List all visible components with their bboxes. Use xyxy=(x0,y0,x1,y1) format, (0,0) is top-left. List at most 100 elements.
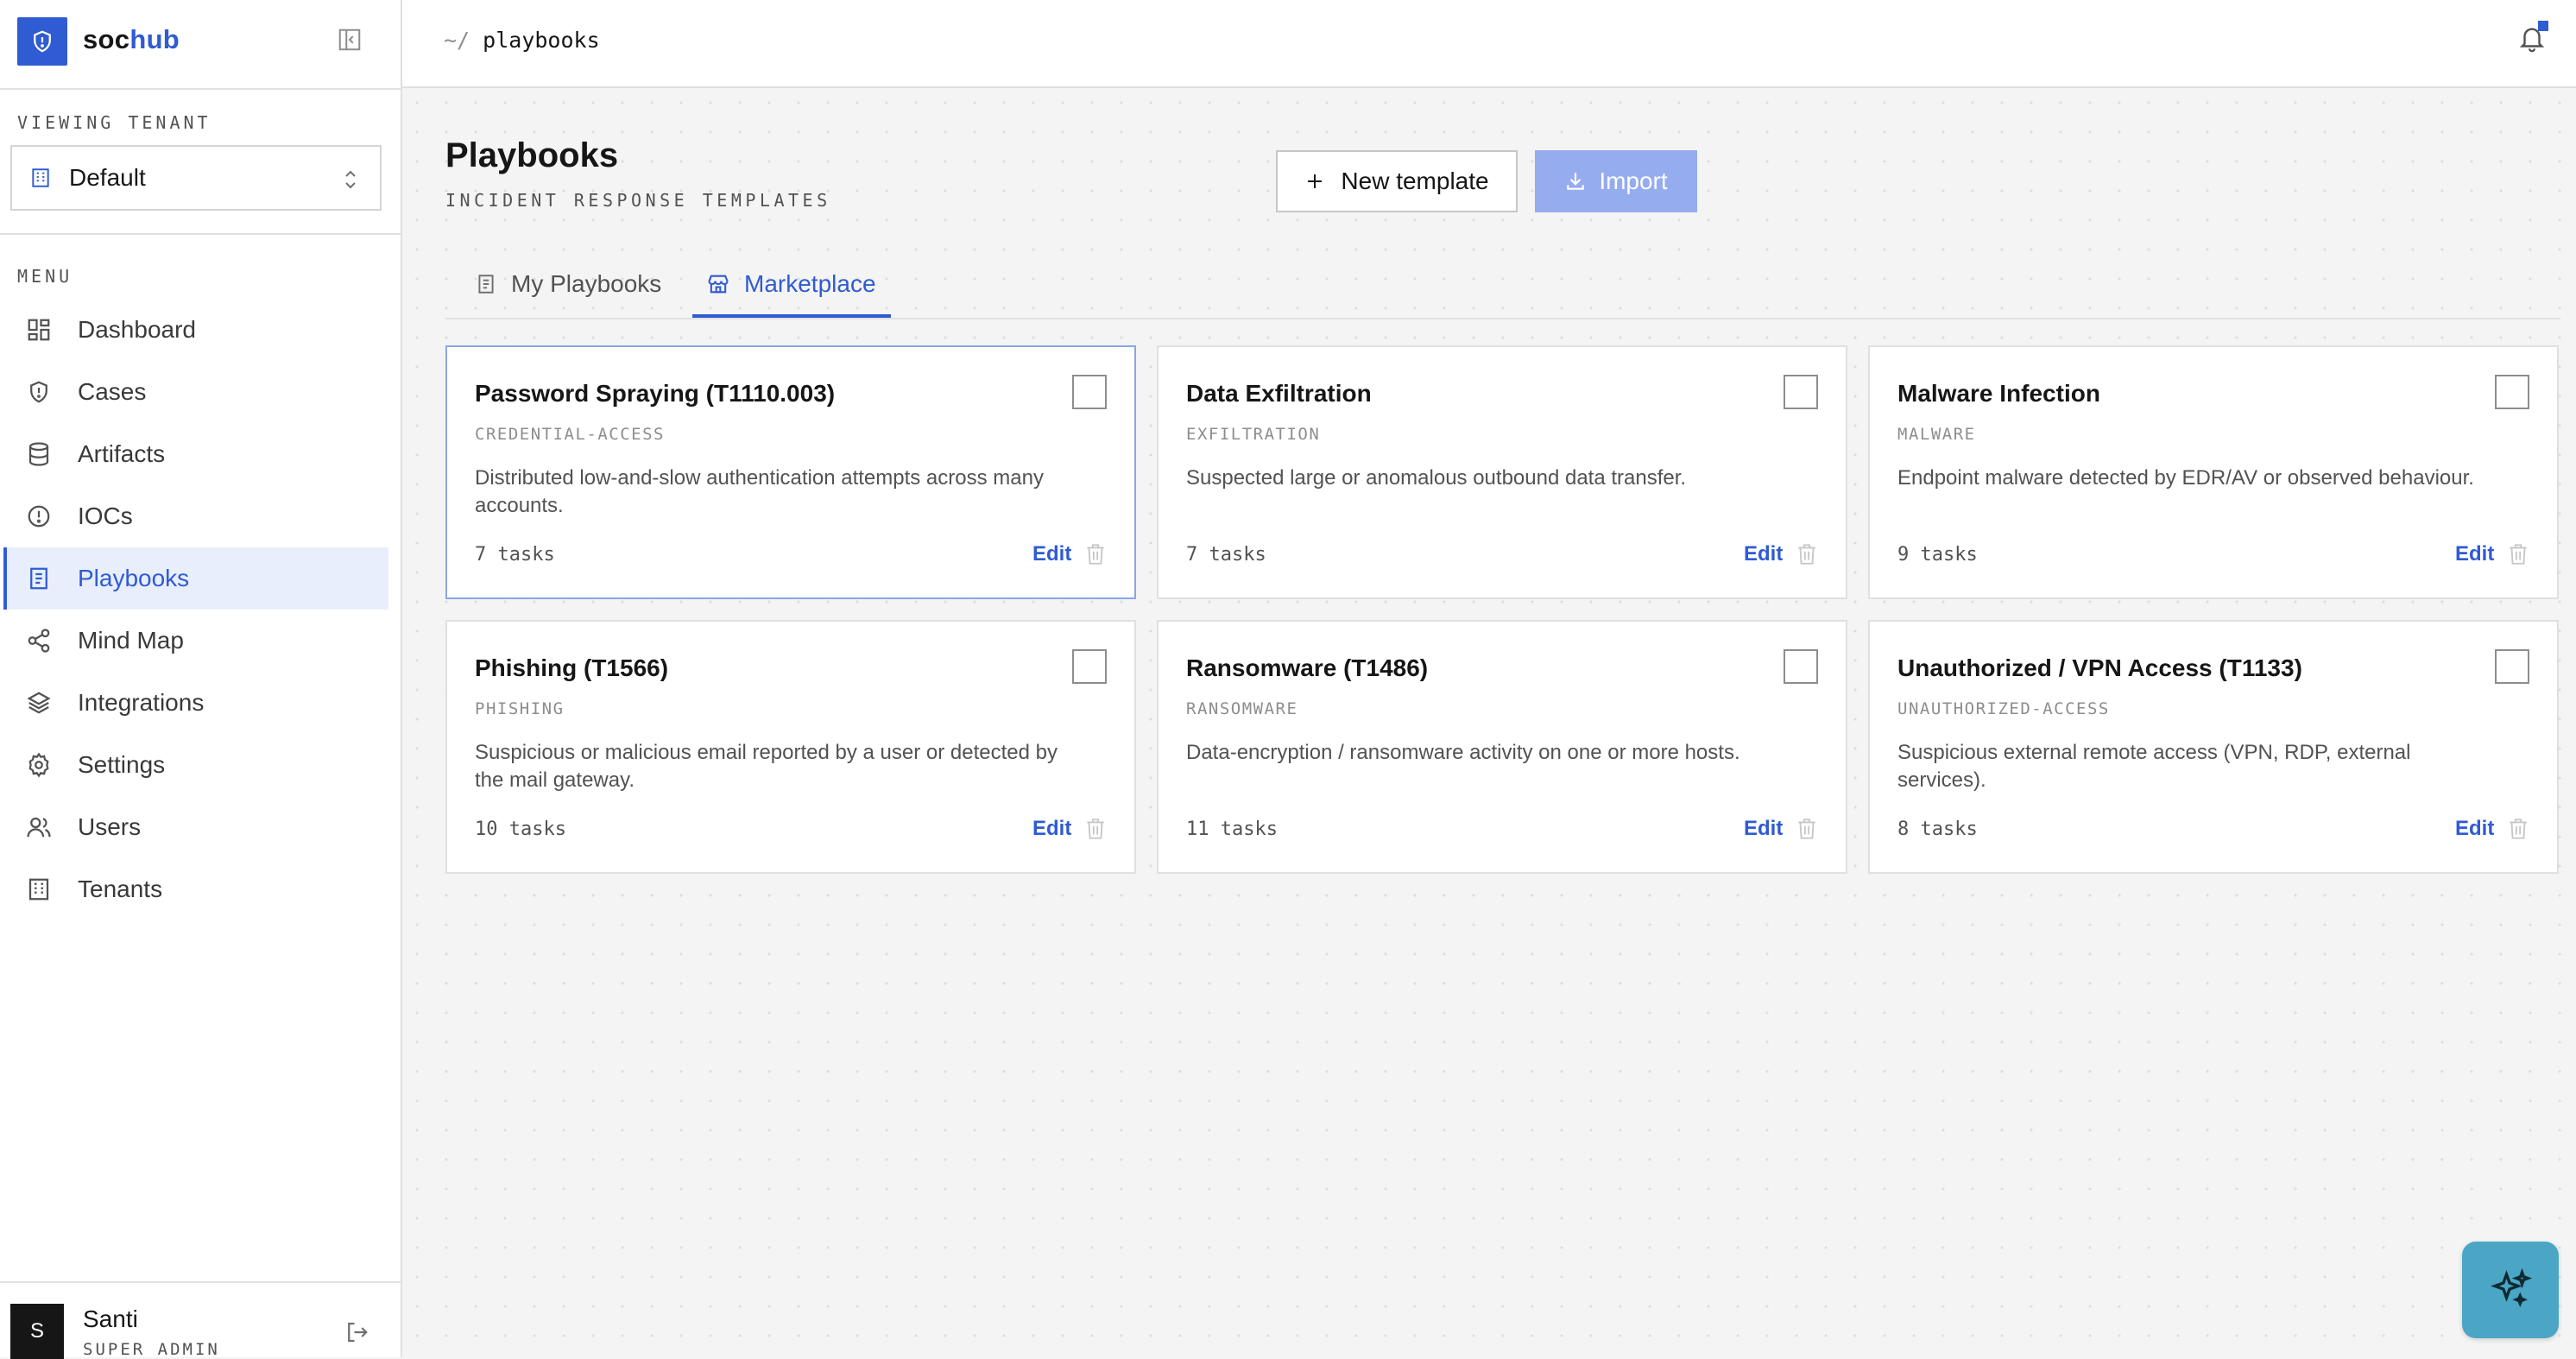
task-count: 9 tasks xyxy=(1897,544,1978,566)
trash-icon[interactable] xyxy=(2507,817,2529,841)
sidebar-item-label: IOCs xyxy=(78,503,133,529)
playbook-card[interactable]: Ransomware (T1486) RANSOMWARE Data-encry… xyxy=(1157,620,1847,874)
shield-icon xyxy=(24,377,54,407)
brand-name: sochub xyxy=(83,24,180,55)
playbook-icon xyxy=(24,564,54,593)
gear-icon xyxy=(24,750,54,780)
dashboard-icon xyxy=(24,315,54,344)
store-icon xyxy=(706,272,730,296)
breadcrumb-path: playbooks xyxy=(483,28,600,53)
card-category: PHISHING xyxy=(475,699,565,718)
menu-label: MENU xyxy=(17,266,73,287)
edit-link[interactable]: Edit xyxy=(1032,542,1071,566)
notification-dot xyxy=(2538,21,2548,31)
download-icon xyxy=(1564,170,1587,193)
select-checkbox[interactable] xyxy=(1072,375,1107,409)
building-icon xyxy=(24,875,54,904)
sidebar-item-mind-map[interactable]: Mind Map xyxy=(5,610,388,672)
brand-header: sochub xyxy=(0,0,401,90)
sidebar-item-iocs[interactable]: IOCs xyxy=(5,485,388,547)
select-checkbox[interactable] xyxy=(1072,649,1107,684)
task-count: 10 tasks xyxy=(475,819,566,840)
database-icon xyxy=(24,439,54,469)
sidebar-item-artifacts[interactable]: Artifacts xyxy=(5,423,388,485)
sidebar-item-label: Playbooks xyxy=(78,565,190,591)
card-description: Suspected large or anomalous outbound da… xyxy=(1186,466,1687,490)
sidebar-item-label: Cases xyxy=(78,378,147,405)
ai-assistant-button[interactable] xyxy=(2462,1242,2559,1338)
card-category: EXFILTRATION xyxy=(1186,425,1321,444)
logout-icon[interactable] xyxy=(344,1319,369,1345)
playbook-card[interactable]: Malware Infection MALWARE Endpoint malwa… xyxy=(1868,345,2559,599)
sidebar-item-cases[interactable]: Cases xyxy=(5,361,388,423)
card-description: Distributed low-and-slow authentication … xyxy=(475,466,1044,517)
tab-label: Marketplace xyxy=(744,270,876,297)
task-count: 11 tasks xyxy=(1186,819,1278,840)
brand-logo-icon[interactable] xyxy=(17,17,67,66)
card-title: Malware Infection xyxy=(1897,380,2100,407)
sidebar-item-playbooks[interactable]: Playbooks xyxy=(3,547,388,610)
card-title: Data Exfiltration xyxy=(1186,380,1372,407)
card-title: Password Spraying (T1110.003) xyxy=(475,380,836,407)
sidebar-item-label: Integrations xyxy=(78,689,205,716)
share-icon xyxy=(24,626,54,655)
task-count: 7 tasks xyxy=(1186,544,1266,566)
main-content: Playbooks INCIDENT RESPONSE TEMPLATES Ne… xyxy=(402,88,2576,1357)
import-label: Import xyxy=(1599,168,1668,194)
new-template-button[interactable]: New template xyxy=(1276,150,1518,212)
sidebar-item-label: Dashboard xyxy=(78,316,196,343)
tab-marketplace[interactable]: Marketplace xyxy=(706,249,876,319)
trash-icon[interactable] xyxy=(2507,542,2529,566)
edit-link[interactable]: Edit xyxy=(1744,817,1783,841)
card-title: Phishing (T1566) xyxy=(475,654,669,681)
playbook-card[interactable]: Password Spraying (T1110.003) CREDENTIAL… xyxy=(445,345,1136,599)
edit-link[interactable]: Edit xyxy=(2455,542,2494,566)
user-name: Santi xyxy=(83,1305,138,1332)
tenant-label: VIEWING TENANT xyxy=(17,112,212,133)
sidebar-divider xyxy=(0,233,401,235)
select-checkbox[interactable] xyxy=(1784,375,1818,409)
sidebar-item-settings[interactable]: Settings xyxy=(5,734,388,796)
trash-icon[interactable] xyxy=(1796,817,1818,841)
tenant-select[interactable]: Default xyxy=(10,145,382,211)
trash-icon[interactable] xyxy=(1084,817,1107,841)
collapse-sidebar-icon[interactable] xyxy=(337,27,363,53)
task-count: 7 tasks xyxy=(475,544,555,566)
sidebar-item-dashboard[interactable]: Dashboard xyxy=(5,299,388,361)
playbook-icon xyxy=(475,272,497,296)
tab-my-playbooks[interactable]: My Playbooks xyxy=(475,249,661,319)
trash-icon[interactable] xyxy=(1796,542,1818,566)
card-title: Unauthorized / VPN Access (T1133) xyxy=(1897,654,2302,681)
select-checkbox[interactable] xyxy=(1784,649,1818,684)
playbook-card[interactable]: Unauthorized / VPN Access (T1133) UNAUTH… xyxy=(1868,620,2559,874)
user-bar: S Santi SUPER ADMIN xyxy=(0,1281,401,1359)
card-description: Suspicious or malicious email reported b… xyxy=(475,741,1058,792)
card-description: Data-encryption / ransomware activity on… xyxy=(1186,741,1740,764)
breadcrumb-prefix: ~/ xyxy=(444,28,470,53)
select-checkbox[interactable] xyxy=(2495,649,2529,684)
sidebar-item-integrations[interactable]: Integrations xyxy=(5,672,388,734)
card-title: Ransomware (T1486) xyxy=(1186,654,1429,681)
tenant-value: Default xyxy=(69,164,146,191)
sidebar-item-label: Users xyxy=(78,813,142,840)
users-icon xyxy=(24,812,54,842)
new-template-label: New template xyxy=(1341,168,1489,194)
sidebar-item-tenants[interactable]: Tenants xyxy=(5,858,388,920)
playbook-card[interactable]: Phishing (T1566) PHISHING Suspicious or … xyxy=(445,620,1136,874)
sidebar: sochub VIEWING TENANT Default MENU Dashb… xyxy=(0,0,402,1359)
sidebar-item-label: Mind Map xyxy=(78,627,184,654)
sidebar-item-label: Settings xyxy=(78,751,166,778)
edit-link[interactable]: Edit xyxy=(1032,817,1071,841)
building-icon xyxy=(29,167,52,189)
sidebar-item-users[interactable]: Users xyxy=(5,796,388,858)
tab-label: My Playbooks xyxy=(511,270,662,297)
edit-link[interactable]: Edit xyxy=(1744,542,1783,566)
avatar[interactable]: S xyxy=(10,1304,64,1359)
chevron-updown-icon xyxy=(340,168,361,192)
trash-icon[interactable] xyxy=(1084,542,1107,566)
top-bar: ~/ playbooks xyxy=(402,0,2576,88)
playbook-card[interactable]: Data Exfiltration EXFILTRATION Suspected… xyxy=(1157,345,1847,599)
import-button[interactable]: Import xyxy=(1535,150,1697,212)
edit-link[interactable]: Edit xyxy=(2455,817,2494,841)
select-checkbox[interactable] xyxy=(2495,375,2529,409)
